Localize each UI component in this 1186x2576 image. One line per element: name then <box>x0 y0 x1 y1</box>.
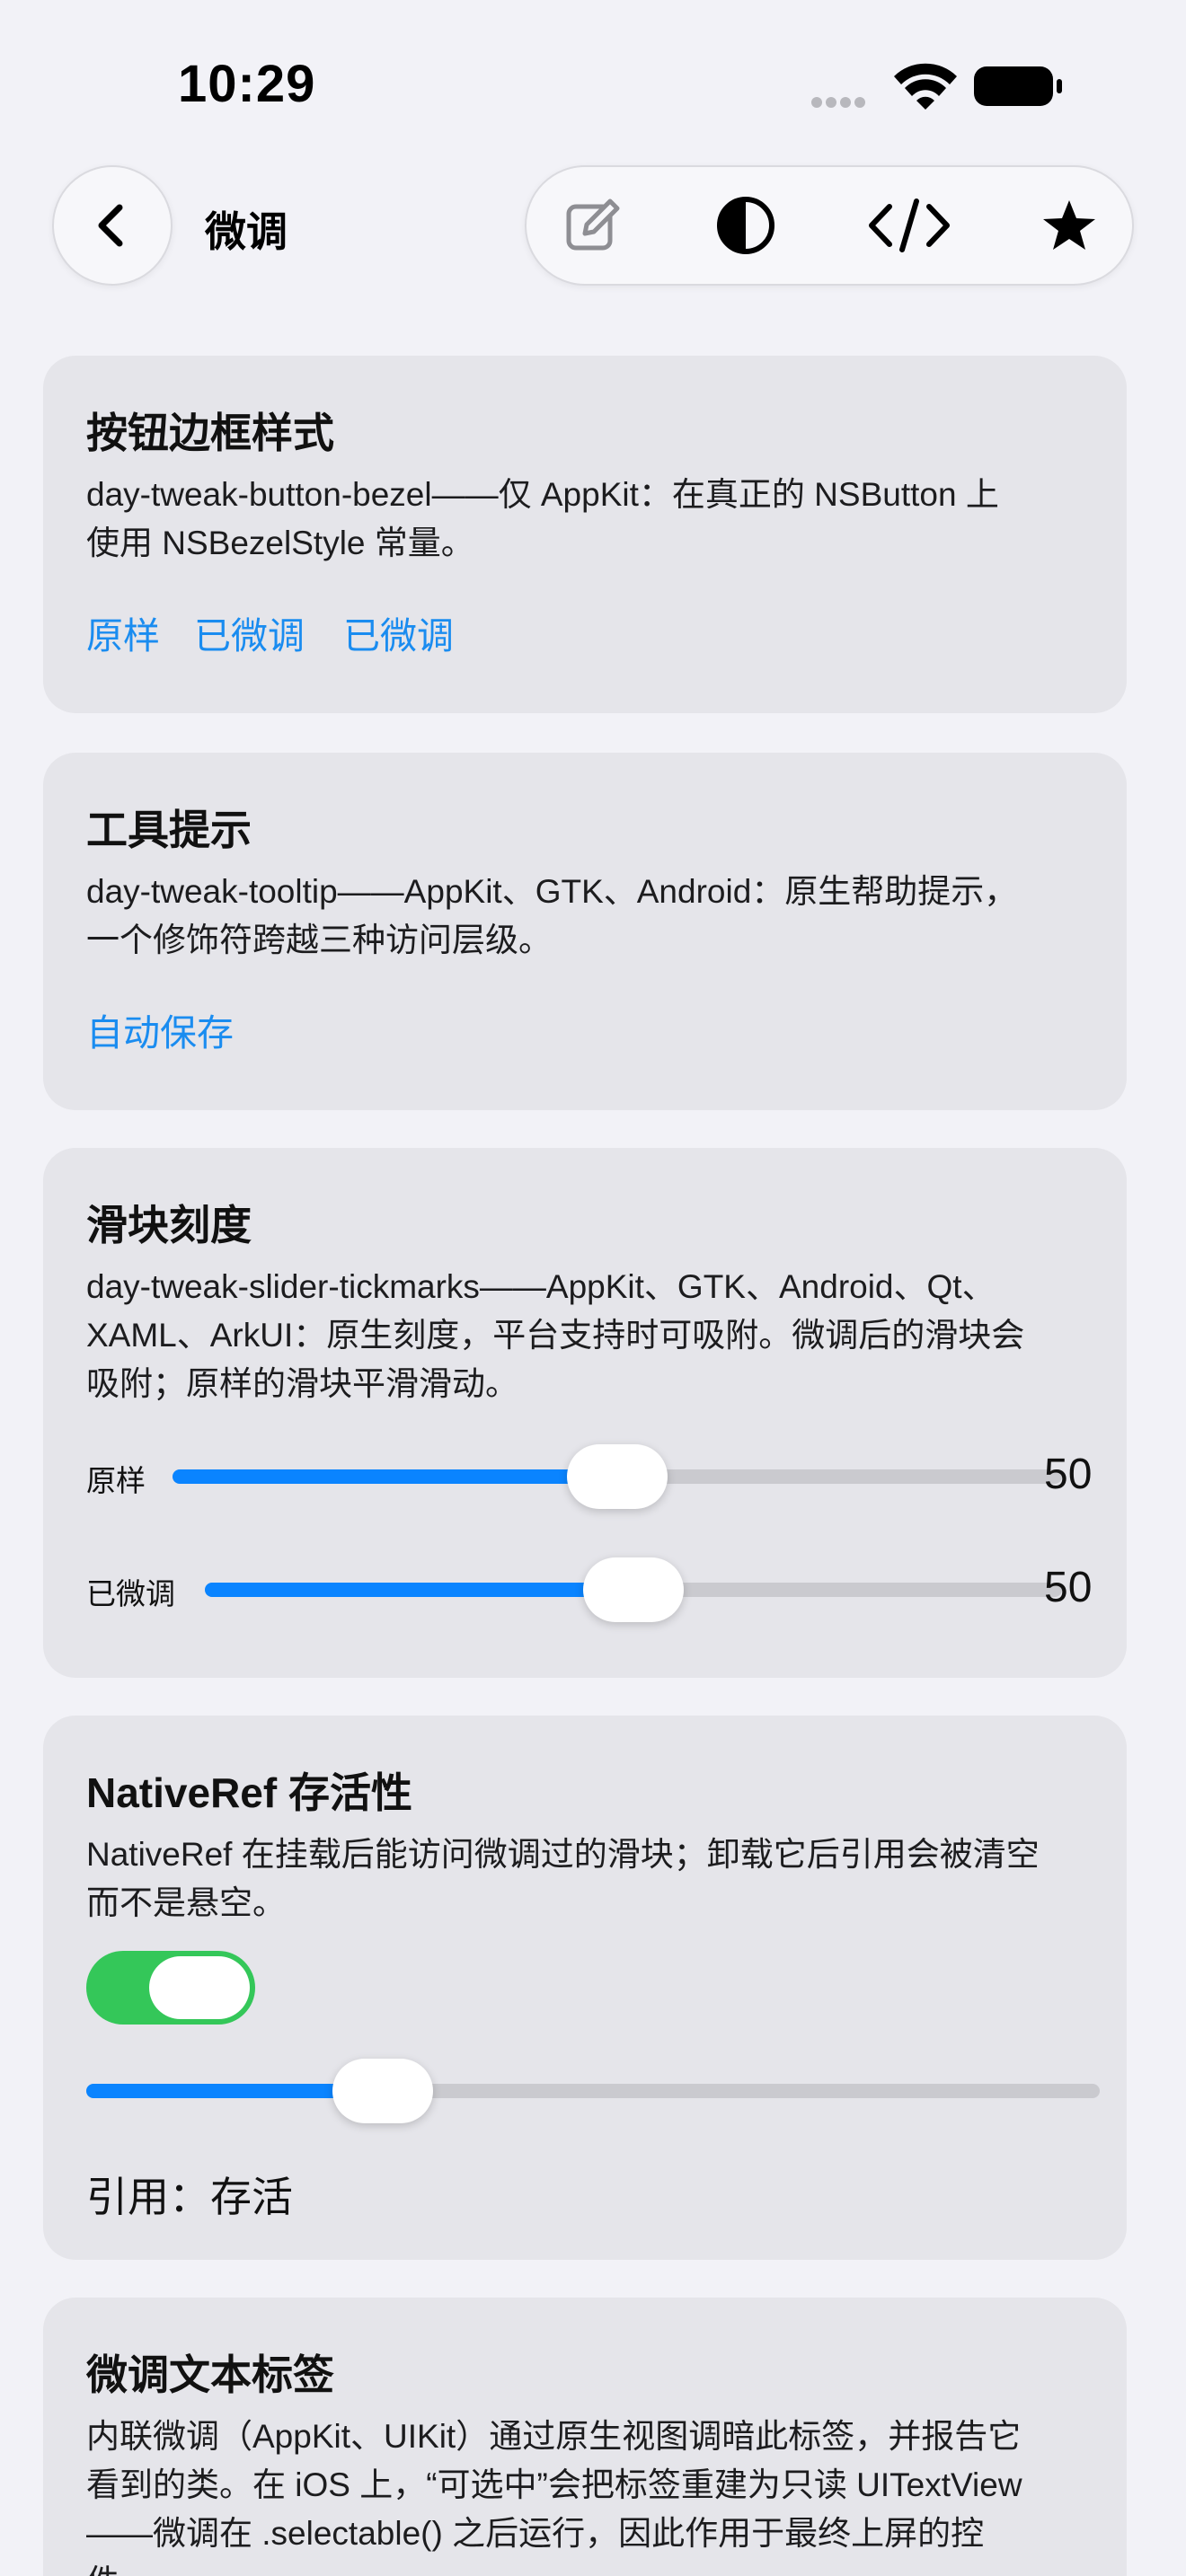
card-description-line: 看到的类。在 iOS 上，“可选中”会把标签重建为只读 UITextView <box>86 2466 1022 2503</box>
card-description-line: XAML、ArkUI：原生刻度，平台支持时可吸附。微调后的滑块会 <box>86 1317 1025 1354</box>
slider-thumb[interactable] <box>567 1444 668 1509</box>
cellular-signal-icon <box>811 97 865 108</box>
card-tooltip: 工具提示 day-tweak-tooltip——AppKit、GTK、Andro… <box>43 753 1127 1110</box>
mount-toggle[interactable] <box>86 1951 255 2025</box>
ref-slider[interactable] <box>86 2059 1100 2123</box>
ref-status: 引用：存活 <box>86 2174 293 2220</box>
slider-value: 50 <box>1044 1564 1093 1611</box>
screen: 10:29 微调 按钮边框样式 day-tweak-button-bezel——… <box>0 0 1186 2576</box>
star-icon <box>1043 200 1095 250</box>
card-description-line: 使用 NSBezelStyle 常量。 <box>86 525 474 561</box>
edit-button[interactable] <box>539 167 647 284</box>
card-title: 滑块刻度 <box>86 1202 252 1248</box>
slider-label: 已微调 <box>86 1577 175 1610</box>
card-nativeref: NativeRef 存活性 NativeRef 在挂载后能访问微调过的滑块；卸载… <box>43 1716 1127 2260</box>
contrast-icon <box>717 197 774 254</box>
page-title: 微调 <box>205 208 288 255</box>
favorite-button[interactable] <box>1015 167 1123 284</box>
card-description-line: day-tweak-button-bezel——仅 AppKit：在真正的 NS… <box>86 476 999 513</box>
tweaked-slider[interactable] <box>205 1557 1062 1622</box>
slider-thumb[interactable] <box>332 2059 434 2123</box>
card-title: NativeRef 存活性 <box>86 1769 412 1816</box>
bezel-tweaked-button-1[interactable]: 已微调 <box>194 605 305 659</box>
bezel-tweaked-button-2[interactable]: 已微调 <box>343 605 454 659</box>
card-tweak-text-label: 微调文本标签 内联微调（AppKit、UIKit）通过原生视图调暗此标签，并报告… <box>43 2298 1127 2576</box>
card-description-line: ——微调在 .selectable() 之后运行，因此作用于最终上屏的控 <box>86 2515 985 2552</box>
contrast-button[interactable] <box>692 167 800 284</box>
card-description-line: 内联微调（AppKit、UIKit）通过原生视图调暗此标签，并报告它 <box>86 2418 1022 2455</box>
card-description-line: 一个修饰符跨越三种访问层级。 <box>86 922 552 958</box>
back-button[interactable] <box>52 165 173 286</box>
status-indicators <box>737 0 1186 144</box>
bezel-original-button[interactable]: 原样 <box>86 605 160 659</box>
card-slider-tickmarks: 滑块刻度 day-tweak-slider-tickmarks——AppKit、… <box>43 1148 1127 1678</box>
card-description-line: 吸附；原样的滑块平滑滑动。 <box>86 1365 518 1402</box>
battery-icon <box>974 66 1062 106</box>
slider-thumb[interactable] <box>583 1557 684 1622</box>
slider-value: 50 <box>1044 1451 1093 1498</box>
card-description-line: day-tweak-tooltip——AppKit、GTK、Android：原生… <box>86 873 1018 910</box>
card-button-bezel: 按钮边框样式 day-tweak-button-bezel——仅 AppKit：… <box>43 356 1127 713</box>
card-title: 微调文本标签 <box>86 2351 334 2398</box>
code-button[interactable] <box>855 167 963 284</box>
card-description-line: 而不是悬空。 <box>86 1884 286 1921</box>
card-title: 工具提示 <box>86 807 252 853</box>
status-time: 10:29 <box>178 55 316 113</box>
toggle-knob <box>149 1956 250 2019</box>
slider-fill <box>205 1583 633 1597</box>
card-description-line: day-tweak-slider-tickmarks——AppKit、GTK、A… <box>86 1268 996 1305</box>
slider-label: 原样 <box>86 1464 146 1497</box>
slider-fill <box>173 1469 617 1484</box>
card-description-line: 件。 <box>86 2558 1093 2576</box>
toolbar <box>525 165 1134 286</box>
card-title: 按钮边框样式 <box>86 410 334 456</box>
wifi-icon <box>894 63 957 110</box>
chevron-left-icon <box>98 204 123 247</box>
autosave-button[interactable]: 自动保存 <box>86 1002 234 1056</box>
edit-icon <box>566 198 620 251</box>
card-description-line: NativeRef 在挂载后能访问微调过的滑块；卸载它后引用会被清空 <box>86 1836 1040 1873</box>
code-icon <box>869 198 950 252</box>
original-slider[interactable] <box>173 1444 1062 1509</box>
